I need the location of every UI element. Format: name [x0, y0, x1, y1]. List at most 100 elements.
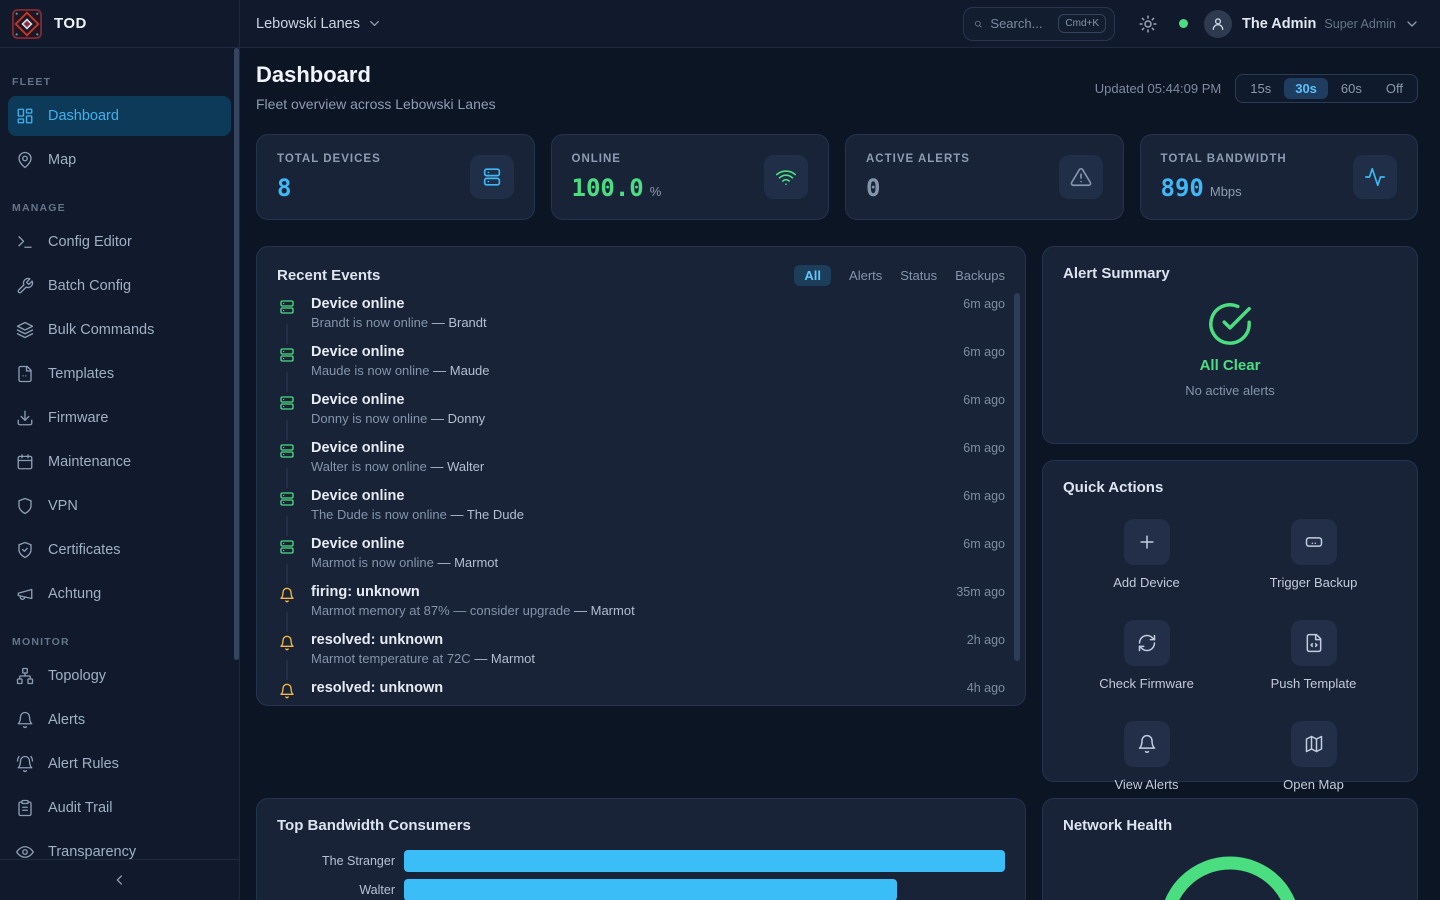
- trigger-backup-button[interactable]: Trigger Backup: [1230, 519, 1397, 590]
- sidebar-scrollbar[interactable]: [234, 48, 239, 660]
- sidebar-item-achtung[interactable]: Achtung: [8, 574, 231, 614]
- tab-alerts[interactable]: Alerts: [849, 268, 882, 283]
- event-title: resolved: unknown: [311, 680, 443, 696]
- quick-actions-panel: Quick Actions Add Device Trigger Backup …: [1042, 460, 1418, 782]
- avatar[interactable]: [1204, 10, 1232, 38]
- health-value: 100: [1155, 852, 1305, 900]
- fleet-selector[interactable]: Lebowski Lanes: [256, 16, 382, 32]
- event-row[interactable]: resolved: unknown 4h ago: [277, 680, 1005, 706]
- tab-backups[interactable]: Backups: [955, 268, 1005, 283]
- alert-summary-panel: Alert Summary All Clear No active alerts: [1042, 246, 1418, 444]
- event-device: — Maude: [433, 363, 489, 378]
- stat-label: TOTAL DEVICES: [277, 153, 381, 165]
- wrench-icon: [16, 277, 34, 295]
- connection-status-dot: [1179, 19, 1188, 28]
- events-list: Device online 6m ago Brandt is now online…: [277, 296, 1005, 706]
- wifi-icon: [775, 166, 797, 188]
- sidebar-item-bulk-commands[interactable]: Bulk Commands: [8, 310, 231, 350]
- sidebar-item-topology[interactable]: Topology: [8, 656, 231, 696]
- network-icon: [16, 667, 34, 685]
- quick-action-label: Check Firmware: [1099, 676, 1194, 691]
- download-icon: [16, 409, 34, 427]
- push-template-button[interactable]: Push Template: [1230, 620, 1397, 691]
- add-device-button[interactable]: Add Device: [1063, 519, 1230, 590]
- event-title: Device online: [311, 344, 404, 360]
- user-menu-chevron-icon[interactable]: [1404, 16, 1420, 32]
- sidebar-item-templates[interactable]: Templates: [8, 354, 231, 394]
- check-firmware-button[interactable]: Check Firmware: [1063, 620, 1230, 691]
- map-icon: [1304, 734, 1324, 754]
- search-box[interactable]: Cmd+K: [963, 7, 1115, 41]
- stat-card-total-devices: TOTAL DEVICES 8: [256, 134, 535, 220]
- sidebar-item-dashboard[interactable]: Dashboard: [8, 96, 231, 136]
- sidebar-item-maintenance[interactable]: Maintenance: [8, 442, 231, 482]
- event-time: 4h ago: [967, 681, 1005, 695]
- stat-value: 890: [1161, 174, 1204, 202]
- backup-drive-icon: [1304, 532, 1324, 552]
- sidebar-collapse-button[interactable]: [0, 859, 239, 900]
- tod-logo-icon: [12, 9, 42, 39]
- sidebar: FLEET Dashboard Map MANAGE Config Editor…: [0, 48, 240, 900]
- interval-15s-button[interactable]: 15s: [1239, 78, 1282, 99]
- sidebar-item-alerts[interactable]: Alerts: [8, 700, 231, 740]
- stat-card-online: ONLINE 100.0 %: [551, 134, 830, 220]
- stat-label: ONLINE: [572, 153, 662, 165]
- tab-all[interactable]: All: [794, 265, 831, 286]
- event-row[interactable]: Device online6m ago Brandt is now online…: [277, 296, 1005, 344]
- event-row[interactable]: Device online6m ago Walter is now online…: [277, 440, 1005, 488]
- sidebar-item-config-editor[interactable]: Config Editor: [8, 222, 231, 262]
- event-device: — The Dude: [450, 507, 523, 522]
- event-row[interactable]: Device online6m ago Donny is now online …: [277, 392, 1005, 440]
- stat-label: TOTAL BANDWIDTH: [1161, 153, 1287, 165]
- interval-60s-button[interactable]: 60s: [1330, 78, 1373, 99]
- bandwidth-row: The Stranger: [277, 850, 1005, 872]
- theme-toggle-button[interactable]: [1139, 15, 1157, 33]
- sidebar-item-vpn[interactable]: VPN: [8, 486, 231, 526]
- event-title: Device online: [311, 392, 404, 408]
- event-device: — Donny: [431, 411, 485, 426]
- event-row[interactable]: Device online6m ago Marmot is now online…: [277, 536, 1005, 584]
- tab-status[interactable]: Status: [900, 268, 937, 283]
- top-bandwidth-panel: Top Bandwidth Consumers The Stranger Wal…: [256, 798, 1026, 900]
- view-alerts-button[interactable]: View Alerts: [1063, 721, 1230, 792]
- sidebar-item-certificates[interactable]: Certificates: [8, 530, 231, 570]
- event-row[interactable]: Device online6m ago Maude is now online …: [277, 344, 1005, 392]
- calendar-icon: [16, 453, 34, 471]
- person-icon: [1210, 16, 1226, 32]
- open-map-button[interactable]: Open Map: [1230, 721, 1397, 792]
- event-title: Device online: [311, 440, 404, 456]
- event-device: — Walter: [430, 459, 484, 474]
- event-row[interactable]: resolved: unknown2h ago Marmot temperatu…: [277, 632, 1005, 680]
- event-device: — Brandt: [432, 315, 487, 330]
- event-text: The Dude is now online: [311, 507, 447, 522]
- event-time: 2h ago: [967, 633, 1005, 647]
- search-input[interactable]: [990, 16, 1050, 31]
- quick-action-label: Trigger Backup: [1270, 575, 1358, 590]
- event-title: firing: unknown: [311, 584, 420, 600]
- event-row[interactable]: Device online6m ago The Dude is now onli…: [277, 488, 1005, 536]
- sidebar-item-label: Bulk Commands: [48, 322, 154, 338]
- sidebar-item-batch-config[interactable]: Batch Config: [8, 266, 231, 306]
- quick-action-label: Push Template: [1271, 676, 1357, 691]
- event-row[interactable]: firing: unknown35m ago Marmot memory at …: [277, 584, 1005, 632]
- terminal-icon: [16, 233, 34, 251]
- sidebar-item-audit-trail[interactable]: Audit Trail: [8, 788, 231, 828]
- sidebar-item-map[interactable]: Map: [8, 140, 231, 180]
- network-health-title: Network Health: [1063, 817, 1172, 834]
- server-icon: [279, 395, 295, 411]
- event-text: Brandt is now online: [311, 315, 428, 330]
- sidebar-item-label: Topology: [48, 668, 106, 684]
- event-time: 6m ago: [963, 537, 1005, 551]
- file-code-icon: [1304, 633, 1324, 653]
- quick-action-label: Add Device: [1113, 575, 1179, 590]
- sidebar-item-alert-rules[interactable]: Alert Rules: [8, 744, 231, 784]
- bandwidth-device-label: The Stranger: [277, 854, 395, 868]
- event-time: 6m ago: [963, 345, 1005, 359]
- interval-off-button[interactable]: Off: [1375, 78, 1414, 99]
- interval-30s-button[interactable]: 30s: [1284, 78, 1328, 99]
- chevron-down-icon: [367, 16, 382, 31]
- events-scrollbar[interactable]: [1014, 293, 1020, 661]
- event-device: — Marmot: [474, 651, 535, 666]
- sidebar-item-transparency[interactable]: Transparency: [8, 832, 231, 859]
- sidebar-item-firmware[interactable]: Firmware: [8, 398, 231, 438]
